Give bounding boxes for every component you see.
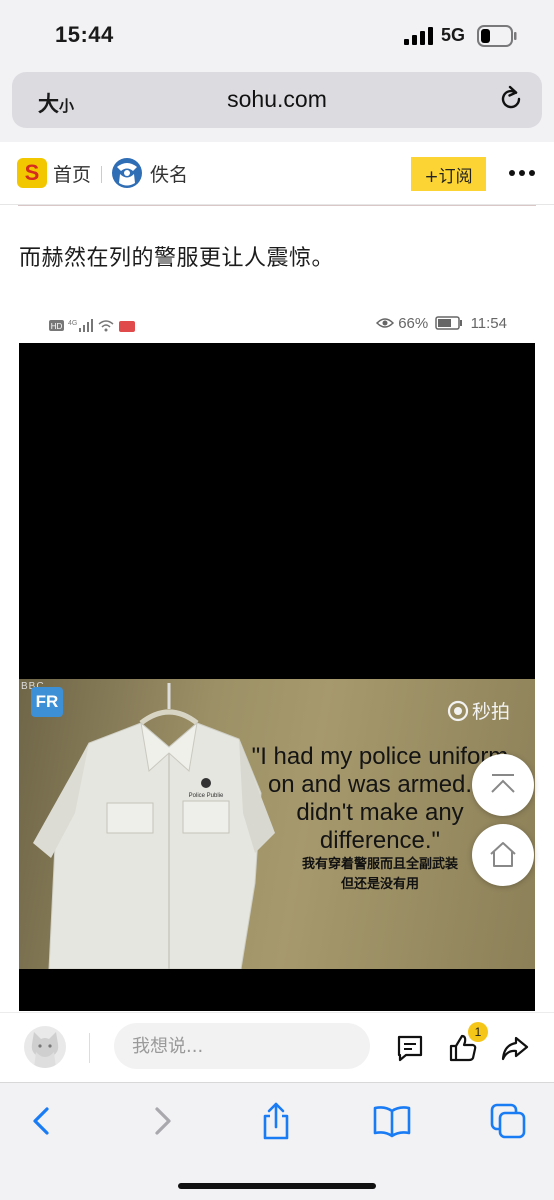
video-player-bottom <box>19 969 535 1011</box>
article-paragraph: 而赫然在列的警服更让人震惊。 <box>19 246 335 271</box>
bookmarks-icon[interactable] <box>372 1101 412 1141</box>
embedded-status-right: 66% 11:54 <box>376 315 507 332</box>
embedded-status-bar: HD 4G 66% 11:54 <box>19 310 535 343</box>
battery-icon <box>477 25 517 47</box>
embedded-4g-label: 4G <box>68 320 77 327</box>
status-time: 15:44 <box>55 22 114 47</box>
comment-icon[interactable] <box>395 1033 425 1063</box>
back-to-top-button[interactable] <box>472 754 534 816</box>
home-link[interactable]: 首页 <box>53 160 91 187</box>
share-icon[interactable] <box>256 1101 296 1141</box>
signal-icon <box>404 27 433 45</box>
house-icon <box>490 842 516 867</box>
home-float-button[interactable] <box>472 824 534 886</box>
status-bar: 15:44 5G <box>0 0 554 72</box>
site-header: S 首页 佚名 +订阅 <box>0 142 554 206</box>
embedded-signal-icon: HD 4G <box>49 319 135 332</box>
network-type: 5G <box>441 25 466 45</box>
address-bar: 大小 sohu.com <box>0 72 554 142</box>
video-player[interactable] <box>19 343 535 679</box>
miaopai-watermark: 秒拍 <box>447 697 510 724</box>
forward-icon[interactable] <box>142 1101 182 1141</box>
url-text[interactable]: sohu.com <box>12 86 542 113</box>
camera-icon <box>447 700 469 722</box>
author-name[interactable]: 佚名 <box>150 160 188 187</box>
video-frame-image[interactable]: Police Publie BBC FR 秒拍 "I had my police… <box>19 679 535 969</box>
home-indicator[interactable] <box>178 1183 376 1189</box>
like-count-badge: 1 <box>468 1022 488 1042</box>
browser-toolbar <box>0 1082 554 1200</box>
comment-input[interactable] <box>114 1023 370 1069</box>
eye-icon <box>376 318 395 328</box>
back-icon[interactable] <box>22 1101 62 1141</box>
embedded-battery-percent: 66% <box>398 315 429 332</box>
shirt-badge-text: Police Publie <box>189 793 224 799</box>
cat-avatar-icon <box>31 1032 59 1068</box>
sohu-logo[interactable]: S <box>17 158 47 188</box>
more-icon[interactable] <box>508 169 536 177</box>
reload-icon[interactable] <box>496 84 526 114</box>
comment-bar: 1 <box>0 1012 554 1082</box>
tabs-icon[interactable] <box>488 1101 528 1141</box>
back-to-top-icon <box>491 774 515 793</box>
share-arrow-icon[interactable] <box>500 1033 530 1063</box>
header-divider <box>101 166 102 183</box>
watermark-text: 秒拍 <box>472 701 511 723</box>
embedded-hd-label: HD <box>51 322 63 331</box>
channel-logo: FR <box>31 687 63 717</box>
subscribe-button[interactable]: +订阅 <box>411 157 486 191</box>
user-avatar[interactable] <box>24 1026 66 1068</box>
police-shirt-image: Police Publie <box>33 683 275 969</box>
embedded-time: 11:54 <box>470 315 507 332</box>
url-field[interactable]: 大小 sohu.com <box>12 72 542 128</box>
comment-bar-divider <box>89 1033 90 1063</box>
author-avatar-icon[interactable] <box>111 157 143 189</box>
embedded-battery-icon <box>435 316 463 330</box>
